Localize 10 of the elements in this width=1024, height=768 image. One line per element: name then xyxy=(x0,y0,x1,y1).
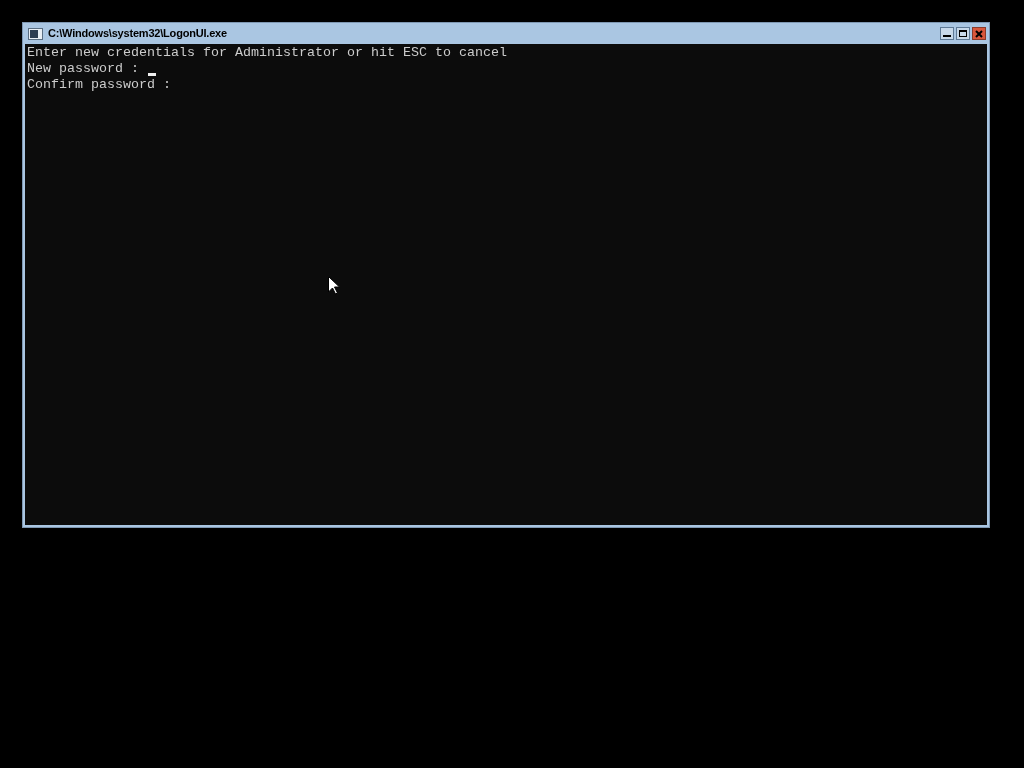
console-line: New password : xyxy=(27,61,140,77)
maximize-button[interactable] xyxy=(956,27,970,40)
minimize-button[interactable] xyxy=(940,27,954,40)
text-cursor xyxy=(148,73,156,76)
console-app-icon xyxy=(28,27,43,40)
mouse-pointer-icon xyxy=(328,276,340,295)
console-line: Enter new credentials for Administrator or hit ESC to cancel xyxy=(27,45,507,61)
window-title: C:\Windows\system32\LogonUI.exe xyxy=(48,26,227,42)
close-button[interactable] xyxy=(972,27,986,40)
console-line: Confirm password : xyxy=(27,77,171,93)
